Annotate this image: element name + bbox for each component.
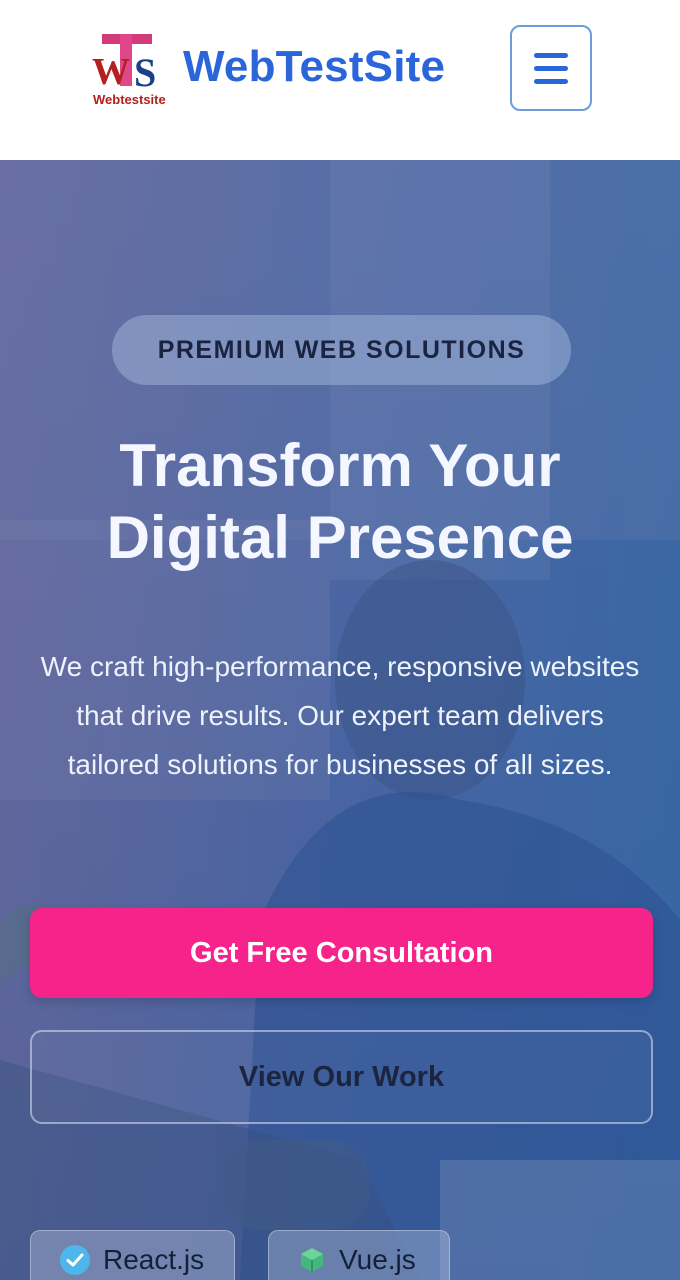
headline-line-1: Transform Your [119, 432, 561, 499]
logo-text: Webtestsite [93, 92, 166, 107]
hamburger-icon [534, 49, 568, 88]
hero-section: PREMIUM WEB SOLUTIONS Transform Your Dig… [0, 160, 680, 1280]
chip-label: Vue.js [339, 1244, 416, 1275]
get-free-consultation-button[interactable]: Get Free Consultation [30, 908, 653, 998]
cta-label: Get Free Consultation [190, 936, 493, 969]
check-circle-icon [60, 1245, 90, 1275]
vue-cube-icon [301, 1248, 323, 1272]
hero-badge: PREMIUM WEB SOLUTIONS [112, 315, 571, 385]
hero-headline: Transform Your Digital Presence [0, 430, 680, 574]
chip-label: React.js [103, 1244, 205, 1275]
headline-line-2: Digital Presence [106, 504, 574, 571]
tech-chip-react: React.js [30, 1230, 235, 1280]
logo[interactable]: W S Webtestsite [90, 30, 170, 110]
site-header: W S Webtestsite WebTestSite [0, 0, 680, 160]
svg-text:S: S [134, 50, 156, 95]
svg-text:W: W [92, 51, 130, 93]
secondary-label: View Our Work [238, 1060, 445, 1093]
tech-chip-vue: Vue.js [268, 1230, 450, 1280]
hero-description: We craft high-performance, responsive we… [40, 651, 640, 780]
menu-button[interactable] [510, 25, 592, 111]
view-our-work-button[interactable]: View Our Work [30, 1030, 653, 1124]
brand-name[interactable]: WebTestSite [183, 42, 445, 92]
badge-label: PREMIUM WEB SOLUTIONS [157, 335, 526, 364]
